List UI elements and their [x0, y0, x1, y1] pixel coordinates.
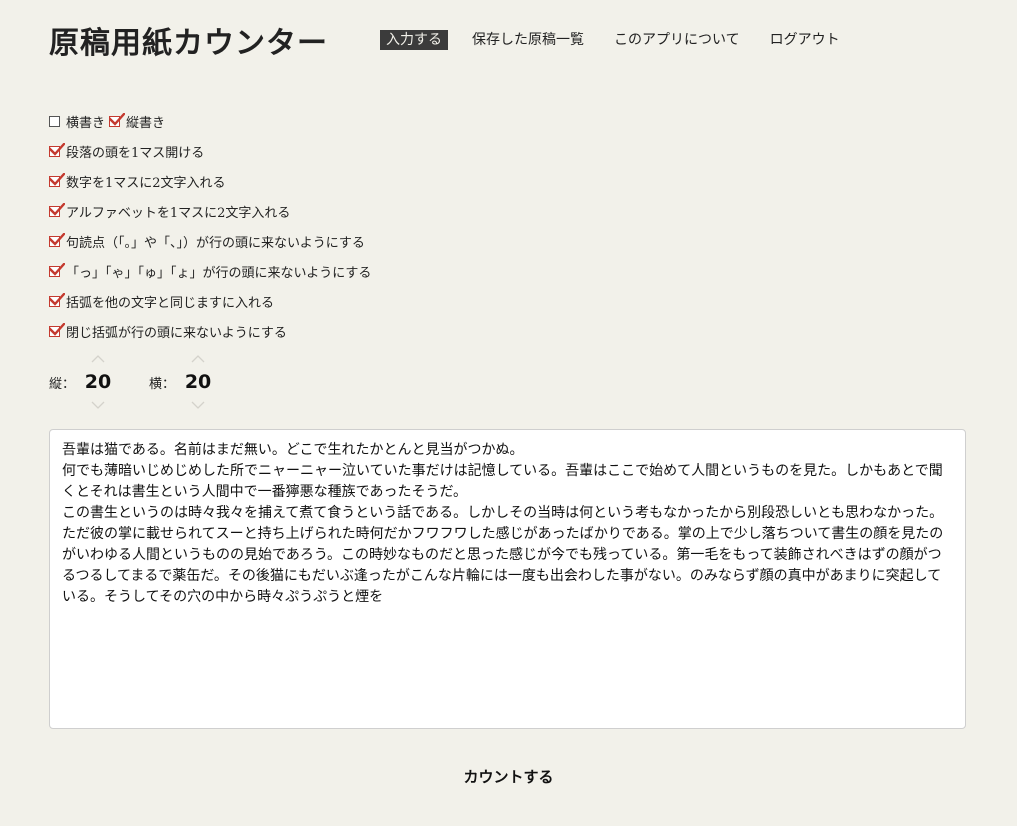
chevron-up-icon[interactable] [90, 354, 106, 364]
option-vertical-label: 縦書き [126, 115, 166, 131]
rows-value[interactable]: 20 [85, 371, 111, 393]
option-row: 句読点（「。」や「、」）が行の頭に来ないようにする [49, 226, 649, 256]
options-panel: 横書き 縦書き 段落の頭を1マス開ける 数字を1マスに2文字入れる アルファベッ… [49, 106, 649, 346]
checkbox-indent-paragraph[interactable] [49, 142, 65, 157]
nav-saved-manuscripts[interactable]: 保存した原稿一覧 [466, 30, 590, 50]
chevron-down-icon[interactable] [190, 400, 206, 410]
option-row: 閉じ括弧が行の頭に来ないようにする [49, 316, 649, 346]
nav-input[interactable]: 入力する [380, 30, 448, 50]
option-closing-bracket[interactable]: 閉じ括弧が行の頭に来ないようにする [49, 322, 287, 341]
cols-stepper-box: 20 [185, 352, 211, 412]
check-icon [49, 232, 65, 246]
cols-stepper: 横： 20 [149, 352, 211, 412]
check-icon [49, 142, 65, 156]
option-row: 段落の頭を1マス開ける [49, 136, 649, 166]
manuscript-textarea[interactable]: 吾輩は猫である。名前はまだ無い。どこで生れたかとんと見当がつかぬ。 何でも薄暗い… [49, 429, 966, 729]
option-indent-paragraph[interactable]: 段落の頭を1マス開ける [49, 142, 204, 161]
option-brackets-in-cell[interactable]: 括弧を他の文字と同じますに入れる [49, 292, 274, 311]
writing-direction-row: 横書き 縦書き [49, 106, 649, 136]
app-title: 原稿用紙カウンター [49, 26, 328, 61]
option-small-kana[interactable]: 「っ」「ゃ」「ゅ」「ょ」が行の頭に来ないようにする [49, 262, 371, 281]
check-icon [49, 172, 65, 186]
main-nav: 入力する 保存した原稿一覧 このアプリについて ログアウト [380, 30, 864, 50]
option-vertical[interactable]: 縦書き [109, 112, 165, 131]
option-horizontal[interactable]: 横書き [49, 112, 105, 131]
option-horizontal-label: 横書き [66, 115, 106, 131]
option-two-digits-label: 数字を1マスに2文字入れる [66, 175, 226, 191]
option-small-kana-label: 「っ」「ゃ」「ゅ」「ょ」が行の頭に来ないようにする [66, 265, 372, 281]
option-row: アルファベットを1マスに2文字入れる [49, 196, 649, 226]
rows-stepper-box: 20 [85, 352, 111, 412]
cols-label: 横： [149, 376, 176, 392]
rows-label: 縦： [49, 376, 76, 392]
checkbox-brackets-in-cell[interactable] [49, 292, 65, 307]
checkbox-horizontal[interactable] [49, 115, 60, 127]
checkbox-two-alpha[interactable] [49, 202, 65, 217]
option-punctuation[interactable]: 句読点（「。」や「、」）が行の頭に来ないようにする [49, 232, 365, 251]
option-two-alpha-label: アルファベットを1マスに2文字入れる [66, 205, 291, 221]
grid-size-controls: 縦： 20 横： 20 [49, 352, 249, 412]
check-icon [49, 322, 65, 336]
check-icon [49, 262, 65, 276]
cols-value[interactable]: 20 [185, 371, 211, 393]
checkbox-small-kana[interactable] [49, 262, 65, 277]
option-indent-paragraph-label: 段落の頭を1マス開ける [66, 145, 205, 161]
check-icon [49, 202, 65, 216]
option-closing-bracket-label: 閉じ括弧が行の頭に来ないようにする [66, 325, 287, 341]
checkbox-two-digits[interactable] [49, 172, 65, 187]
checkbox-vertical[interactable] [109, 112, 126, 127]
option-brackets-in-cell-label: 括弧を他の文字と同じますに入れる [66, 295, 275, 311]
option-punctuation-label: 句読点（「。」や「、」）が行の頭に来ないようにする [66, 235, 365, 251]
chevron-up-icon[interactable] [190, 354, 206, 364]
option-row: 「っ」「ゃ」「ゅ」「ょ」が行の頭に来ないようにする [49, 256, 649, 286]
option-row: 数字を1マスに2文字入れる [49, 166, 649, 196]
checkbox-closing-bracket[interactable] [49, 322, 65, 337]
option-two-alpha[interactable]: アルファベットを1マスに2文字入れる [49, 202, 290, 221]
option-two-digits[interactable]: 数字を1マスに2文字入れる [49, 172, 226, 191]
nav-about[interactable]: このアプリについて [608, 30, 746, 50]
chevron-down-icon[interactable] [90, 400, 106, 410]
check-icon [49, 292, 65, 306]
nav-logout[interactable]: ログアウト [764, 30, 846, 50]
count-button[interactable]: カウントする [0, 766, 1017, 787]
check-icon [109, 112, 126, 126]
header: 原稿用紙カウンター 入力する 保存した原稿一覧 このアプリについて ログアウト [49, 18, 864, 62]
checkbox-punctuation[interactable] [49, 232, 65, 247]
option-row: 括弧を他の文字と同じますに入れる [49, 286, 649, 316]
rows-stepper: 縦： 20 [49, 352, 111, 412]
